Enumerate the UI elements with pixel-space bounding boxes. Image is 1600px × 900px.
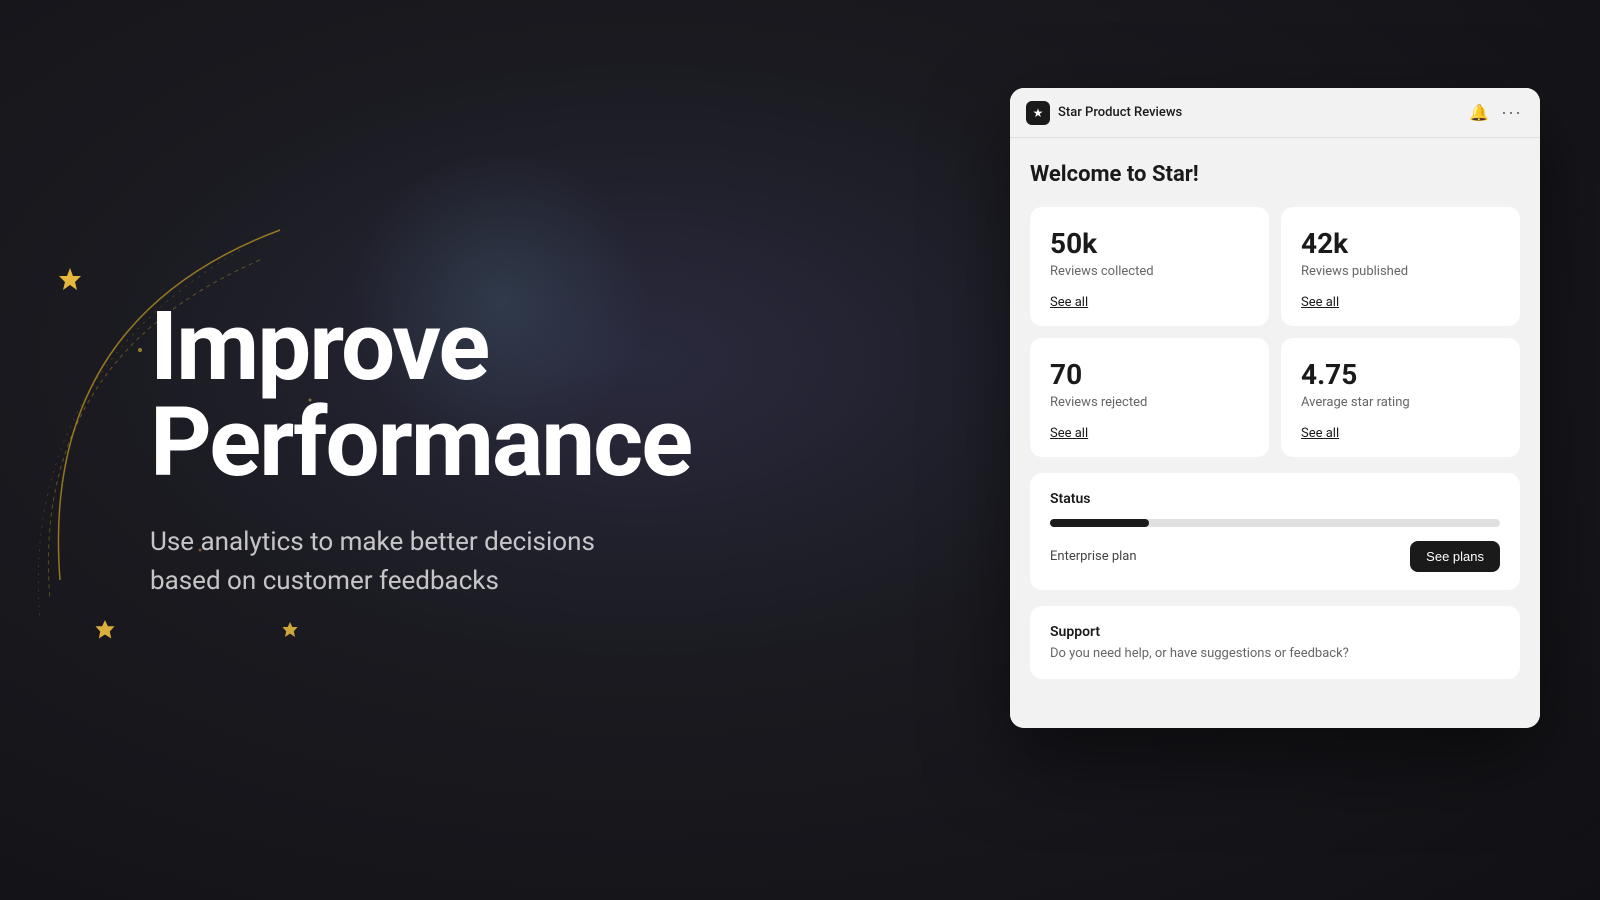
title-bar-actions: 🔔 ··· — [1467, 100, 1524, 125]
hero-subtitle: Use analytics to make better decisions b… — [150, 523, 640, 601]
status-card: Status Enterprise plan See plans — [1030, 473, 1520, 590]
stat-label-2: Reviews rejected — [1050, 395, 1249, 410]
stat-link-3[interactable]: See all — [1301, 426, 1500, 441]
status-label: Status — [1050, 491, 1500, 507]
more-button[interactable]: ··· — [1499, 100, 1524, 125]
progress-bar-background — [1050, 519, 1500, 527]
hero-section: Improve Performance Use analytics to mak… — [0, 0, 870, 900]
stat-value-1: 42k — [1301, 227, 1500, 260]
stat-link-0[interactable]: See all — [1050, 295, 1249, 310]
stat-value-2: 70 — [1050, 358, 1249, 391]
app-window: ★ Star Product Reviews 🔔 ··· Welcome to … — [1010, 88, 1540, 728]
window-title: Star Product Reviews — [1058, 105, 1459, 120]
see-plans-button[interactable]: See plans — [1410, 541, 1500, 572]
progress-bar-fill — [1050, 519, 1149, 527]
stat-link-1[interactable]: See all — [1301, 295, 1500, 310]
welcome-heading: Welcome to Star! — [1030, 162, 1520, 187]
stat-card-avg-rating: 4.75 Average star rating See all — [1281, 338, 1520, 457]
stat-label-0: Reviews collected — [1050, 264, 1249, 279]
bell-button[interactable]: 🔔 — [1467, 101, 1491, 125]
status-footer: Enterprise plan See plans — [1050, 541, 1500, 572]
stat-label-1: Reviews published — [1301, 264, 1500, 279]
app-content: Welcome to Star! 50k Reviews collected S… — [1010, 138, 1540, 728]
bell-icon: 🔔 — [1469, 103, 1489, 123]
support-text: Do you need help, or have suggestions or… — [1050, 646, 1500, 661]
stat-card-reviews-collected: 50k Reviews collected See all — [1030, 207, 1269, 326]
stat-link-2[interactable]: See all — [1050, 426, 1249, 441]
stats-grid: 50k Reviews collected See all 42k Review… — [1030, 207, 1520, 457]
app-icon-star: ★ — [1033, 106, 1044, 120]
support-card: Support Do you need help, or have sugges… — [1030, 606, 1520, 679]
stat-label-3: Average star rating — [1301, 395, 1500, 410]
stat-card-reviews-published: 42k Reviews published See all — [1281, 207, 1520, 326]
title-bar: ★ Star Product Reviews 🔔 ··· — [1010, 88, 1540, 138]
stat-value-0: 50k — [1050, 227, 1249, 260]
more-icon: ··· — [1501, 102, 1522, 123]
stat-value-3: 4.75 — [1301, 358, 1500, 391]
hero-title: Improve Performance — [150, 299, 870, 491]
stat-card-reviews-rejected: 70 Reviews rejected See all — [1030, 338, 1269, 457]
plan-label: Enterprise plan — [1050, 549, 1137, 564]
support-title: Support — [1050, 624, 1500, 640]
app-icon: ★ — [1026, 101, 1050, 125]
